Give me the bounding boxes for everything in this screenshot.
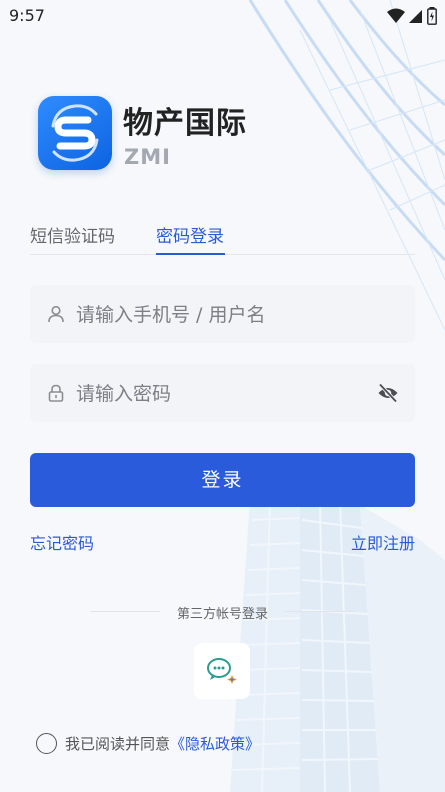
status-time: 9:57 (9, 6, 45, 25)
privacy-agreement: 我已阅读并同意 《隐私政策》 (36, 731, 260, 755)
wifi-icon (387, 8, 405, 23)
lock-icon (48, 384, 64, 402)
forgot-password-link[interactable]: 忘记密码 (30, 530, 94, 554)
third-party-label: 第三方帐号登录 (176, 607, 268, 622)
agree-text: 我已阅读并同意 (65, 734, 171, 753)
login-button[interactable]: 登录 (30, 453, 415, 507)
status-bar: 9:57 (0, 0, 445, 32)
register-link[interactable]: 立即注册 (351, 530, 415, 554)
tab-sms-code[interactable]: 短信验证码 (30, 222, 115, 247)
status-icons (387, 6, 437, 26)
signal-icon (409, 10, 422, 23)
wechat-icon (207, 658, 237, 684)
user-icon (48, 305, 64, 323)
privacy-policy-link[interactable]: 《隐私政策》 (170, 733, 260, 754)
app-logo-icon (51, 104, 99, 162)
battery-icon (427, 7, 437, 25)
username-input[interactable]: 请输入手机号 / 用户名 (30, 285, 415, 343)
agree-radio[interactable] (36, 732, 57, 754)
brand-subtitle: ZMI (124, 145, 171, 169)
password-input[interactable]: 请输入密码 (30, 364, 415, 422)
login-tabs: 短信验证码 密码登录 (30, 222, 415, 255)
active-tab-indicator (156, 253, 225, 255)
password-placeholder: 请输入密码 (76, 383, 172, 405)
brand-name: 物产国际 (123, 106, 247, 141)
app-logo (38, 96, 112, 170)
third-party-wechat-button[interactable] (194, 643, 250, 699)
tab-password-login[interactable]: 密码登录 (156, 222, 224, 247)
eye-off-icon[interactable] (377, 383, 399, 403)
username-placeholder: 请输入手机号 / 用户名 (76, 304, 266, 326)
